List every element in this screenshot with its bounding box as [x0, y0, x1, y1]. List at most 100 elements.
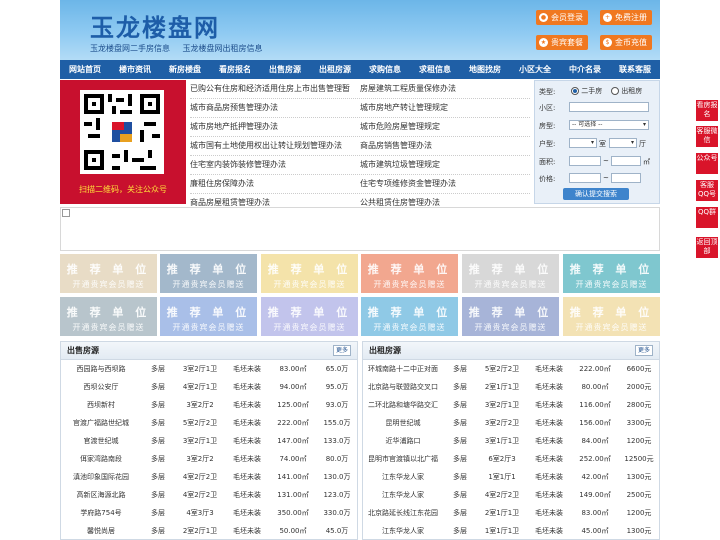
member-login-button[interactable]: ● 会员登录 — [536, 10, 588, 25]
float-viewing-signup[interactable]: 看房报名 — [696, 100, 718, 121]
listing-row[interactable]: 北京路与联盟路交叉口 多层 2室1厅1卫 毛坯未装 80.00㎡ 2000元 — [363, 378, 659, 396]
notice-link[interactable]: 住宅室内装饰装修管理办法 — [190, 156, 360, 174]
listing-row[interactable]: 滇池印象国际花园 多层 4室2厅2卫 毛坯未装 141.00㎡ 130.0万 — [61, 468, 357, 486]
community-input[interactable] — [569, 102, 649, 112]
notice-link[interactable]: 已购公有住房和经济适用住房上市出售管理暂 — [190, 80, 360, 98]
listing-location[interactable]: 西坝新村 — [61, 396, 141, 414]
nav-for-sale[interactable]: 出售房源 — [260, 60, 310, 79]
float-service-qq[interactable]: 客服QQ号 — [696, 180, 718, 201]
listing-row[interactable]: 近华浦路口 多层 3室1厅1卫 毛坯未装 84.00㎡ 1200元 — [363, 432, 659, 450]
listing-row[interactable]: 环城南路十二中正对面 多层 5室2厅2卫 毛坯未装 222.00㎡ 6600元 — [363, 360, 659, 378]
listing-location[interactable]: 滇池印象国际花园 — [61, 468, 141, 486]
listing-location[interactable]: 江东华龙人家 — [363, 522, 443, 539]
listing-location[interactable]: 江东华龙人家 — [363, 468, 443, 486]
recommend-slot[interactable]: 推 荐 单 位开通贵宾会员赠送 — [60, 254, 157, 293]
listing-row[interactable]: 佴家湾路南段 多层 3室2厅2 毛坯未装 74.00㎡ 80.0万 — [61, 450, 357, 468]
listing-row[interactable]: 馨悦尚居 多层 2室2厅1卫 毛坯未装 50.00㎡ 45.0万 — [61, 522, 357, 539]
notice-link[interactable]: 城市房地产转让管理规定 — [360, 99, 530, 117]
listing-location[interactable]: 佴家湾路南段 — [61, 450, 141, 468]
notice-link[interactable]: 城市商品房预售管理办法 — [190, 99, 360, 117]
listing-row[interactable]: 学府路754号 多层 4室3厅3 毛坯未装 350.00㎡ 330.0万 — [61, 504, 357, 522]
nav-contact[interactable]: 联系客服 — [610, 60, 660, 79]
float-public-account[interactable]: 公众号 — [696, 153, 718, 174]
listing-row[interactable]: 江东华龙人家 多层 4室2厅2卫 毛坯未装 149.00㎡ 2500元 — [363, 486, 659, 504]
notice-link[interactable]: 廉租住房保障办法 — [190, 175, 360, 193]
secondhand-info-link[interactable]: 玉龙楼盘网二手房信息 — [90, 44, 170, 53]
coin-recharge-button[interactable]: $ 金币充值 — [600, 35, 652, 50]
recommend-slot[interactable]: 推 荐 单 位开通贵宾会员赠送 — [361, 254, 458, 293]
listing-location[interactable]: 西园路与西坝路 — [61, 360, 141, 378]
listing-row[interactable]: 西坝公安厅 多层 4室2厅1卫 毛坯未装 94.00㎡ 95.0万 — [61, 378, 357, 396]
listing-row[interactable]: 西园路与西坝路 多层 3室2厅1卫 毛坯未装 83.00㎡ 65.0万 — [61, 360, 357, 378]
listing-location[interactable]: 昆明世纪城 — [363, 414, 443, 432]
listing-row[interactable]: 官渡广福路世纪城 多层 5室2厅2卫 毛坯未装 222.00㎡ 155.0万 — [61, 414, 357, 432]
recommend-slot[interactable]: 推 荐 单 位开通贵宾会员赠送 — [462, 254, 559, 293]
nav-viewing-signup[interactable]: 看房报名 — [210, 60, 260, 79]
recommend-slot[interactable]: 推 荐 单 位开通贵宾会员赠送 — [261, 254, 358, 293]
listing-row[interactable]: 北京路延长线江东花园 多层 2室1厅1卫 毛坯未装 83.00㎡ 1200元 — [363, 504, 659, 522]
bedroom-select[interactable]: ▾ — [569, 138, 597, 148]
submit-search-button[interactable]: 确认提交搜索 — [563, 188, 629, 200]
listing-location[interactable]: 江东华龙人家 — [363, 486, 443, 504]
site-logo[interactable]: 玉龙楼盘网 — [90, 8, 220, 43]
recommend-slot[interactable]: 推 荐 单 位开通贵宾会员赠送 — [60, 297, 157, 336]
more-button[interactable]: 更多 — [332, 345, 351, 356]
listing-location[interactable]: 北京路与联盟路交叉口 — [363, 378, 443, 396]
listing-location[interactable]: 官渡世纪城 — [61, 432, 141, 450]
nav-for-rent[interactable]: 出租房源 — [310, 60, 360, 79]
listing-location[interactable]: 二环北路和塘华路交汇 — [363, 396, 443, 414]
radio-secondhand[interactable]: 二手房 — [571, 86, 602, 96]
vip-package-button[interactable]: ★ 贵宾套餐 — [536, 35, 588, 50]
radio-rental[interactable]: 出租房 — [611, 86, 642, 96]
nav-new-homes[interactable]: 新房楼盘 — [160, 60, 210, 79]
float-back-to-top[interactable]: 返回顶部 — [696, 237, 718, 258]
listing-row[interactable]: 昆明世纪城 多层 3室2厅2卫 毛坯未装 156.00㎡ 3300元 — [363, 414, 659, 432]
notice-link[interactable]: 房屋建筑工程质量保修办法 — [360, 80, 530, 98]
listing-row[interactable]: 江东华龙人家 多层 1室1厅1 毛坯未装 42.00㎡ 1300元 — [363, 468, 659, 486]
free-register-button[interactable]: + 免费注册 — [600, 10, 652, 25]
recommend-slot[interactable]: 推 荐 单 位开通贵宾会员赠送 — [361, 297, 458, 336]
notice-link[interactable]: 城市建筑垃圾管理规定 — [360, 156, 530, 174]
listing-row[interactable]: 官渡世纪城 多层 3室2厅1卫 毛坯未装 147.00㎡ 133.0万 — [61, 432, 357, 450]
area-min-input[interactable] — [569, 156, 601, 166]
nav-news[interactable]: 楼市资讯 — [110, 60, 160, 79]
nav-communities[interactable]: 小区大全 — [510, 60, 560, 79]
area-max-input[interactable] — [611, 156, 641, 166]
notice-link[interactable]: 城市房地产抵押管理办法 — [190, 118, 360, 136]
room-type-select[interactable]: -- 可选择 -- ▾ — [569, 120, 649, 130]
listing-row[interactable]: 昆明市官渡镇以北广福 多层 6室2厅3 毛坯未装 252.00㎡ 12500元 — [363, 450, 659, 468]
recommend-slot[interactable]: 推 荐 单 位开通贵宾会员赠送 — [462, 297, 559, 336]
listing-location[interactable]: 近华浦路口 — [363, 432, 443, 450]
recommend-slot[interactable]: 推 荐 单 位开通贵宾会员赠送 — [563, 297, 660, 336]
more-button[interactable]: 更多 — [634, 345, 653, 356]
recommend-slot[interactable]: 推 荐 单 位开通贵宾会员赠送 — [261, 297, 358, 336]
recommend-slot[interactable]: 推 荐 单 位开通贵宾会员赠送 — [563, 254, 660, 293]
listing-row[interactable]: 西坝新村 多层 3室2厅2 毛坯未装 125.00㎡ 93.0万 — [61, 396, 357, 414]
listing-location[interactable]: 西坝公安厅 — [61, 378, 141, 396]
notice-link[interactable]: 住宅专项维修资金管理办法 — [360, 175, 530, 193]
listing-location[interactable]: 高新区海源北路 — [61, 486, 141, 504]
listing-location[interactable]: 学府路754号 — [61, 504, 141, 522]
listing-location[interactable]: 北京路延长线江东花园 — [363, 504, 443, 522]
listing-row[interactable]: 高新区海源北路 多层 4室2厅2卫 毛坯未装 131.00㎡ 123.0万 — [61, 486, 357, 504]
listing-row[interactable]: 二环北路和塘华路交汇 多层 3室2厅1卫 毛坯未装 116.00㎡ 2800元 — [363, 396, 659, 414]
listing-location[interactable]: 官渡广福路世纪城 — [61, 414, 141, 432]
notice-link[interactable]: 城市国有土地使用权出让转让规划管理办法 — [190, 137, 360, 155]
nav-map-search[interactable]: 地图找房 — [460, 60, 510, 79]
listing-location[interactable]: 环城南路十二中正对面 — [363, 360, 443, 378]
rental-info-link[interactable]: 玉龙楼盘网出租房信息 — [183, 44, 263, 53]
listing-row[interactable]: 江东华龙人家 多层 1室1厅1卫 毛坯未装 45.00㎡ 1300元 — [363, 522, 659, 539]
ad-banner[interactable] — [60, 207, 660, 251]
notice-link[interactable]: 商品房销售管理办法 — [360, 137, 530, 155]
nav-want-rent[interactable]: 求租信息 — [410, 60, 460, 79]
price-min-input[interactable] — [569, 173, 601, 183]
recommend-slot[interactable]: 推 荐 单 位开通贵宾会员赠送 — [160, 297, 257, 336]
listing-location[interactable]: 昆明市官渡镇以北广福 — [363, 450, 443, 468]
livingroom-select[interactable]: ▾ — [609, 138, 637, 148]
float-qq-group[interactable]: QQ群 — [696, 207, 718, 228]
nav-want-buy[interactable]: 求购信息 — [360, 60, 410, 79]
nav-home[interactable]: 网站首页 — [60, 60, 110, 79]
notice-link[interactable]: 城市危险房屋管理规定 — [360, 118, 530, 136]
nav-agencies[interactable]: 中介名录 — [560, 60, 610, 79]
price-max-input[interactable] — [611, 173, 641, 183]
